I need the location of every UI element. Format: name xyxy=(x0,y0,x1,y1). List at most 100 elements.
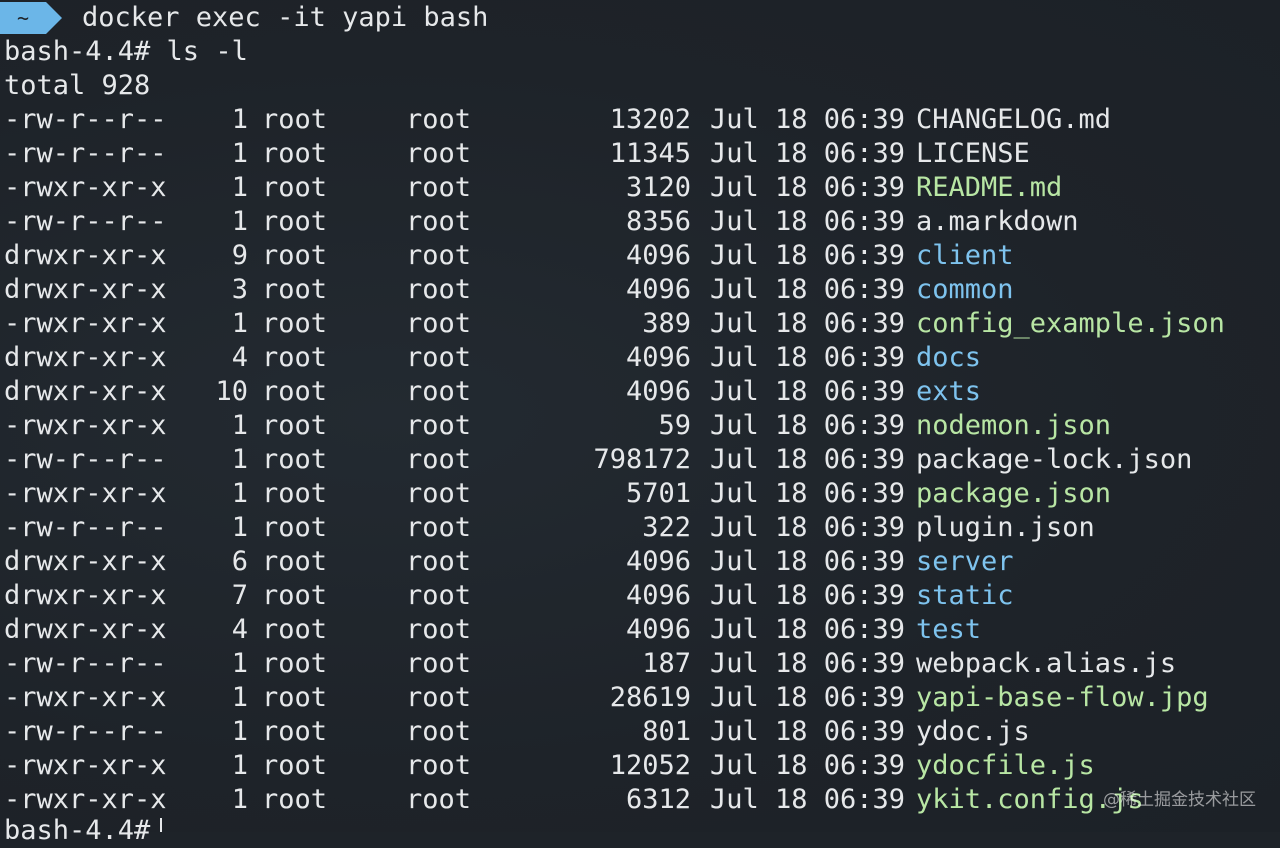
file-name: plugin.json xyxy=(916,512,1095,543)
listing-row: -rw-r--r-- 1 root root 8356 Jul 18 06:39 a.mar… xyxy=(4,205,1274,239)
command-line: ~ docker exec -it yapi bash xyxy=(0,0,1280,34)
link-count: 1 xyxy=(231,410,248,441)
file-name: config_example.json xyxy=(916,308,1225,339)
group: root xyxy=(406,342,472,373)
file-size: 4096 xyxy=(625,342,691,373)
file-name: webpack.alias.js xyxy=(916,648,1177,679)
file-size: 4096 xyxy=(625,274,691,305)
permissions: -rw-r--r-- xyxy=(4,648,167,679)
listing-row: -rwxr-xr-x 1 root root 6312 Jul 18 06:39 ykit.… xyxy=(4,783,1274,817)
owner: root xyxy=(262,614,328,645)
modified-date: Jul 18 06:39 xyxy=(710,376,906,407)
permissions: -rwxr-xr-x xyxy=(4,784,167,815)
file-size: 4096 xyxy=(625,546,691,577)
file-name: client xyxy=(916,240,1014,271)
group: root xyxy=(406,784,472,815)
group: root xyxy=(406,546,472,577)
modified-date: Jul 18 06:39 xyxy=(710,342,906,373)
listing-row: drwxr-xr-x 4 root root 4096 Jul 18 06:39 test xyxy=(4,613,1274,647)
link-count: 4 xyxy=(231,342,248,373)
modified-date: Jul 18 06:39 xyxy=(710,478,906,509)
group: root xyxy=(406,376,472,407)
group: root xyxy=(406,274,472,305)
file-name: CHANGELOG.md xyxy=(916,104,1112,135)
file-name: static xyxy=(916,580,1014,611)
link-count: 1 xyxy=(231,206,248,237)
file-size: 3120 xyxy=(625,172,691,203)
link-count: 4 xyxy=(231,614,248,645)
file-size: 6312 xyxy=(625,784,691,815)
listing-row: -rwxr-xr-x 1 root root 389 Jul 18 06:39 config… xyxy=(4,307,1274,341)
group: root xyxy=(406,240,472,271)
permissions: drwxr-xr-x xyxy=(4,376,167,407)
file-size: 187 xyxy=(642,648,691,679)
owner: root xyxy=(262,444,328,475)
link-count: 1 xyxy=(231,444,248,475)
owner: root xyxy=(262,342,328,373)
group: root xyxy=(406,478,472,509)
modified-date: Jul 18 06:39 xyxy=(710,716,906,747)
home-directory-badge: ~ xyxy=(0,2,46,34)
modified-date: Jul 18 06:39 xyxy=(710,614,906,645)
permissions: drwxr-xr-x xyxy=(4,580,167,611)
file-name: a.markdown xyxy=(916,206,1079,237)
owner: root xyxy=(262,240,328,271)
link-count: 1 xyxy=(231,478,248,509)
permissions: -rw-r--r-- xyxy=(4,716,167,747)
file-name: exts xyxy=(916,376,982,407)
permissions: drwxr-xr-x xyxy=(4,240,167,271)
file-size: 801 xyxy=(642,716,691,747)
modified-date: Jul 18 06:39 xyxy=(710,172,906,203)
file-size: 389 xyxy=(642,308,691,339)
permissions: -rwxr-xr-x xyxy=(4,682,167,713)
permissions: -rwxr-xr-x xyxy=(4,172,167,203)
link-count: 1 xyxy=(231,104,248,135)
modified-date: Jul 18 06:39 xyxy=(710,206,906,237)
file-name: ydoc.js xyxy=(916,716,1030,747)
owner: root xyxy=(262,784,328,815)
group: root xyxy=(406,308,472,339)
file-size: 13202 xyxy=(609,104,691,135)
group: root xyxy=(406,138,472,169)
owner: root xyxy=(262,138,328,169)
listing-row: -rw-r--r-- 1 root root 11345 Jul 18 06:39 LICE… xyxy=(4,137,1274,171)
modified-date: Jul 18 06:39 xyxy=(710,308,906,339)
listing-row: -rw-r--r-- 1 root root 13202 Jul 18 06:39 CHAN… xyxy=(4,103,1274,137)
permissions: -rwxr-xr-x xyxy=(4,750,167,781)
file-name: common xyxy=(916,274,1014,305)
owner: root xyxy=(262,104,328,135)
permissions: drwxr-xr-x xyxy=(4,342,167,373)
shell-prompt-line: bash-4.4# ls -l xyxy=(4,36,248,67)
owner: root xyxy=(262,716,328,747)
listing-row: drwxr-xr-x 10 root root 4096 Jul 18 06:39 exts xyxy=(4,375,1274,409)
group: root xyxy=(406,716,472,747)
file-size: 4096 xyxy=(625,240,691,271)
link-count: 1 xyxy=(231,682,248,713)
entered-command: docker exec -it yapi bash xyxy=(82,2,489,33)
terminal-window[interactable]: ~ docker exec -it yapi bash bash-4.4# ls… xyxy=(0,0,1280,846)
final-prompt-line[interactable]: bash-4.4# xyxy=(4,814,150,848)
file-size: 28619 xyxy=(609,682,691,713)
owner: root xyxy=(262,546,328,577)
group: root xyxy=(406,750,472,781)
link-count: 1 xyxy=(231,716,248,747)
listing-row: -rwxr-xr-x 1 root root 12052 Jul 18 06:39 ydoc… xyxy=(4,749,1274,783)
file-name: yapi-base-flow.jpg xyxy=(916,682,1209,713)
owner: root xyxy=(262,308,328,339)
modified-date: Jul 18 06:39 xyxy=(710,138,906,169)
owner: root xyxy=(262,682,328,713)
group: root xyxy=(406,410,472,441)
group: root xyxy=(406,206,472,237)
owner: root xyxy=(262,648,328,679)
total-line: total 928 xyxy=(4,70,151,101)
group: root xyxy=(406,104,472,135)
file-name: README.md xyxy=(916,172,1063,203)
file-size: 59 xyxy=(658,410,691,441)
link-count: 1 xyxy=(231,512,248,543)
modified-date: Jul 18 06:39 xyxy=(710,512,906,543)
modified-date: Jul 18 06:39 xyxy=(710,580,906,611)
modified-date: Jul 18 06:39 xyxy=(710,240,906,271)
modified-date: Jul 18 06:39 xyxy=(710,104,906,135)
group: root xyxy=(406,580,472,611)
file-name: docs xyxy=(916,342,982,373)
